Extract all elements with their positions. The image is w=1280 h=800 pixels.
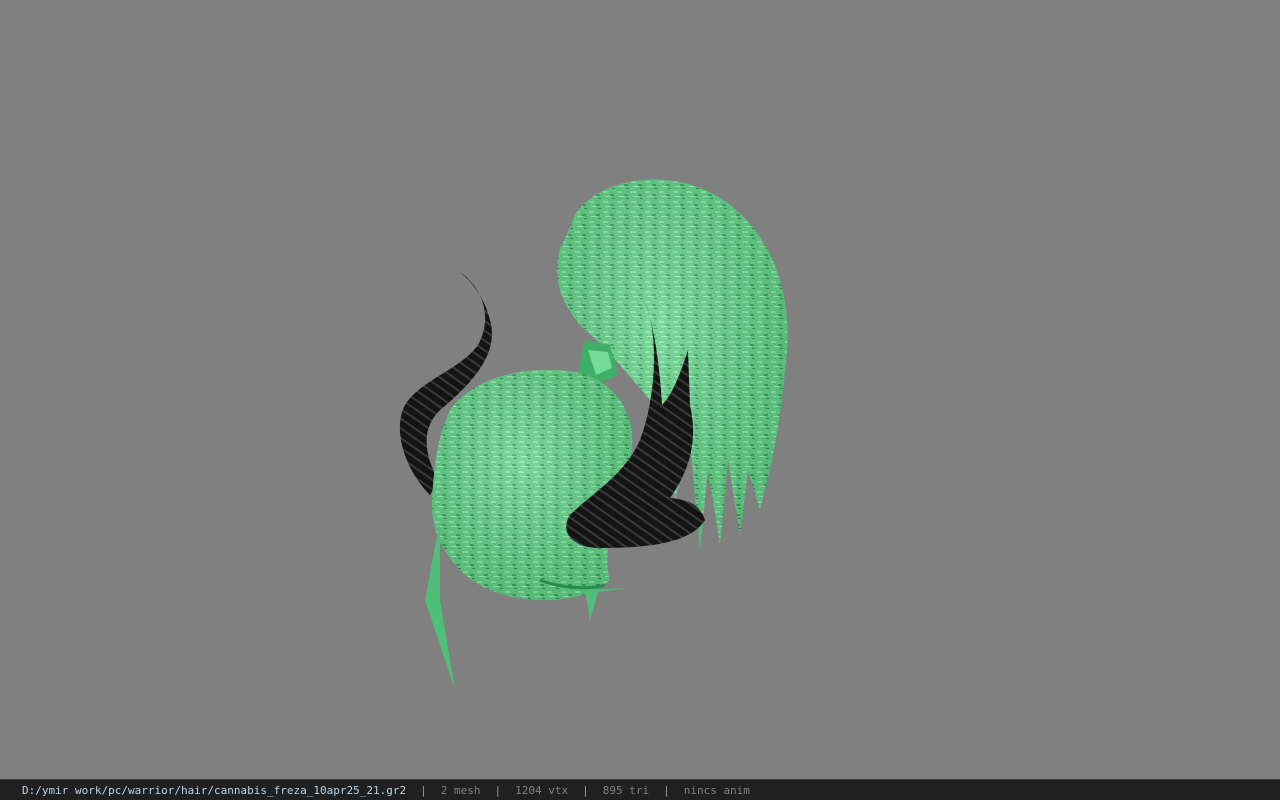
mesh-count: 2 mesh	[440, 783, 481, 797]
vertex-count: 1204 vtx	[515, 783, 569, 797]
3d-viewport[interactable]	[0, 0, 1280, 779]
separator: |	[582, 783, 589, 797]
model-render	[399, 179, 788, 690]
separator: |	[663, 783, 670, 797]
status-bar: D:/ymir work/pc/warrior/hair/cannabis_fr…	[0, 779, 1280, 800]
anim-status: nincs anim	[683, 783, 750, 797]
separator: |	[420, 783, 427, 797]
triangle-count: 895 tri	[602, 783, 650, 797]
separator: |	[494, 783, 502, 797]
file-path: D:/ymir work/pc/warrior/hair/cannabis_fr…	[22, 783, 407, 797]
